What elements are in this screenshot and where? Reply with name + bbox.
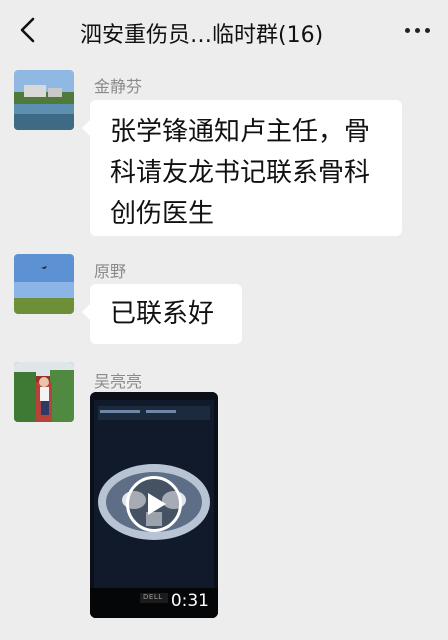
monitor-brand-label: DELL [143, 593, 163, 601]
top-bar: 泗安重伤员…临时群(16) [0, 0, 448, 60]
sender-name: 原野 [94, 262, 127, 281]
message-bubble[interactable]: 已联系好 [82, 284, 242, 344]
back-button[interactable] [12, 14, 44, 46]
video-message[interactable]: DELL 0:31 [90, 392, 218, 618]
video-duration: 0:31 [170, 591, 209, 611]
sender-name: 金静芬 [94, 77, 143, 96]
chat-title: 泗安重伤员…临时群(16) [80, 23, 324, 48]
more-button[interactable] [400, 16, 434, 44]
message-line: 科请友龙书记联系骨科 [110, 158, 371, 188]
more-dots-icon [404, 27, 410, 33]
message-line: 已联系好 [110, 299, 215, 329]
message-bubble[interactable]: 张学锋通知卢主任，骨 科请友龙书记联系骨科 创伤医生 [82, 100, 402, 236]
avatar[interactable] [14, 362, 74, 422]
message-line: 创伤医生 [110, 199, 215, 229]
avatar[interactable] [14, 70, 74, 130]
sender-name: 吴亮亮 [94, 372, 143, 391]
play-icon [147, 493, 166, 515]
play-button[interactable] [126, 476, 182, 532]
message-line: 张学锋通知卢主任，骨 [110, 117, 371, 147]
avatar[interactable] [14, 254, 74, 314]
chevron-left-icon [20, 17, 35, 43]
